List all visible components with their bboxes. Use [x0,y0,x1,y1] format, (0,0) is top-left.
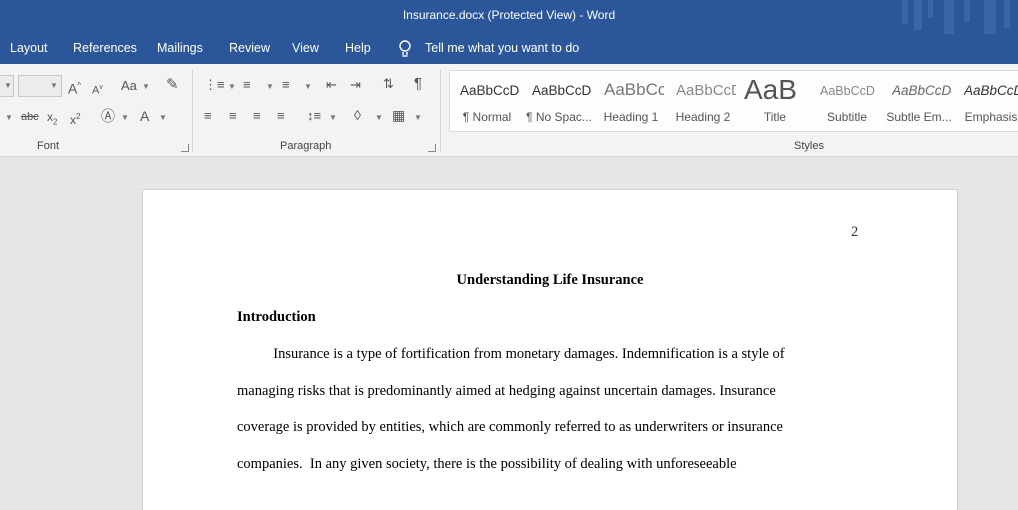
style-heading-1[interactable]: AaBbCc Heading 1 [598,75,664,127]
title-bar-decoration [898,0,1018,34]
chevron-down-icon[interactable]: ▼ [142,82,150,91]
text-effects-icon[interactable]: Ⓐ [101,108,115,124]
page-number: 2 [851,224,859,240]
ribbon-tabs: Layout References Mailings Review View H… [0,34,1018,64]
shading-icon[interactable]: ◊ [354,107,361,123]
style-subtitle[interactable]: AaBbCcD Subtitle [814,75,880,127]
bullets-icon[interactable]: ⋮≡ [204,77,225,93]
tab-review[interactable]: Review [229,41,270,55]
style-sample: AaBbCcD [676,82,736,99]
chevron-down-icon[interactable]: ▼ [50,81,58,90]
line-spacing-icon[interactable]: ↕≡ [307,108,321,124]
style-sample: AaB [744,74,797,105]
document-page[interactable]: 2 Understanding Life Insurance Introduct… [142,189,958,510]
style-name: Subtitle [826,110,868,124]
superscript-icon[interactable]: x2 [70,109,80,128]
style-sample: AaBbCcDc [460,83,520,98]
clear-formatting-icon[interactable]: ✎ [166,77,179,93]
style-name: ¶ No Spac... [526,110,592,124]
window-title: Insurance.docx (Protected View) - Word [402,8,616,22]
style-sample: AaBbCcD [820,84,875,98]
chevron-down-icon[interactable]: ▼ [266,82,274,91]
show-formatting-marks-icon[interactable]: ¶ [414,76,422,92]
chevron-down-icon[interactable]: ▼ [304,82,312,91]
style-name: Heading 2 [675,110,731,124]
lightbulb-icon[interactable] [397,39,413,59]
style-name: Heading 1 [603,110,659,124]
paragraph-line: Insurance is a type of fortification fro… [237,346,785,362]
chevron-down-icon[interactable]: ▼ [228,82,236,91]
chevron-down-icon[interactable]: ▼ [4,81,12,90]
style-name: Emphasis [964,110,1018,124]
font-color-icon[interactable]: A [140,108,149,124]
paragraph-line: managing risks that is predominantly aim… [237,383,776,399]
tell-me-search[interactable]: Tell me what you want to do [425,41,579,55]
multilevel-list-icon[interactable]: ≡ [282,77,290,93]
paragraph-group-label: Paragraph [280,140,332,152]
section-heading: Introduction [237,309,316,325]
styles-group-label: Styles [794,140,824,152]
strikethrough-icon[interactable]: abc [21,109,39,125]
tab-mailings[interactable]: Mailings [157,41,203,55]
document-title: Understanding Life Insurance [456,272,644,288]
style-sample: AaBbCc [604,80,664,99]
tab-references[interactable]: References [73,41,137,55]
paragraph-line: coverage is provided by entities, which … [237,419,783,435]
align-center-icon[interactable]: ≡ [229,108,237,124]
chevron-down-icon[interactable]: ▼ [375,113,383,122]
style-heading-2[interactable]: AaBbCcD Heading 2 [670,75,736,127]
tab-help[interactable]: Help [345,41,371,55]
style-title[interactable]: AaB Title [742,74,808,127]
style-normal[interactable]: AaBbCcDc ¶ Normal [454,75,520,127]
style-sample: AaBbCcDc [964,83,1018,98]
chevron-down-icon[interactable]: ▼ [121,113,129,122]
chevron-down-icon[interactable]: ▼ [5,113,13,122]
styles-gallery: AaBbCcDc ¶ Normal AaBbCcDc ¶ No Spac... … [449,70,1018,132]
increase-indent-icon[interactable]: ⇥ [350,77,361,93]
subscript-icon[interactable]: x2 [47,109,57,130]
style-name: ¶ Normal [462,110,512,124]
style-subtle-emphasis[interactable]: AaBbCcDc Subtle Em... [886,75,952,127]
chevron-down-icon[interactable]: ▼ [159,113,167,122]
group-divider [192,70,193,152]
ribbon: ▼ ▼ A^ Av Aa ▼ ✎ ▼ abc x2 x2 Ⓐ ▼ A ▼ Fon… [0,64,1018,157]
align-left-icon[interactable]: ≡ [204,108,212,124]
numbering-icon[interactable]: ≡ [243,77,251,93]
grow-font-icon[interactable]: A^ [68,78,81,97]
style-no-spacing[interactable]: AaBbCcDc ¶ No Spac... [526,75,592,127]
title-bar: Insurance.docx (Protected View) - Word [0,0,1018,34]
decrease-indent-icon[interactable]: ⇤ [326,77,337,93]
font-dialog-launcher-icon[interactable] [181,144,189,152]
style-emphasis[interactable]: AaBbCcDc Emphasis [958,75,1018,127]
paragraph-dialog-launcher-icon[interactable] [428,144,436,152]
style-name: Title [763,110,787,124]
chevron-down-icon[interactable]: ▼ [329,113,337,122]
style-name: Subtle Em... [886,110,952,124]
style-sample: AaBbCcDc [892,83,952,98]
style-sample: AaBbCcDc [532,83,592,98]
align-right-icon[interactable]: ≡ [253,108,261,124]
tab-layout[interactable]: Layout [10,41,48,55]
font-group-label: Font [37,140,60,152]
sort-icon[interactable]: ⇅ [383,76,394,92]
justify-icon[interactable]: ≡ [277,108,285,124]
group-divider [440,70,441,152]
tab-view[interactable]: View [292,41,319,55]
chevron-down-icon[interactable]: ▼ [414,113,422,122]
document-area: 2 Understanding Life Insurance Introduct… [0,157,1018,510]
shrink-font-icon[interactable]: Av [92,80,103,99]
borders-icon[interactable]: ▦ [392,107,405,123]
paragraph-line: companies. In any given society, there i… [237,456,737,472]
change-case-icon[interactable]: Aa [121,78,137,94]
